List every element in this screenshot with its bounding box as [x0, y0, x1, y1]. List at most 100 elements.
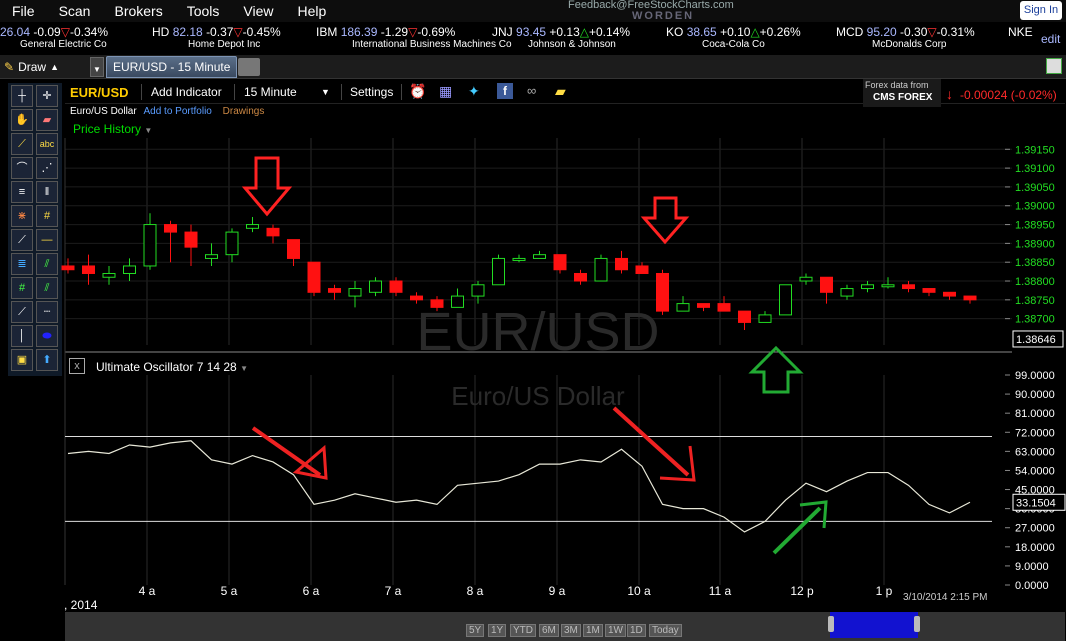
ticker-item[interactable]: 26.04 -0.09▽-0.34% General Electric Co — [0, 25, 108, 50]
pitchfork-icon[interactable]: ⋇ — [11, 205, 33, 227]
scroll-handle-right[interactable] — [914, 616, 920, 632]
ticker-sym: MCD — [836, 25, 864, 39]
ticker-px: 186.39 — [340, 25, 378, 39]
ticker-item[interactable]: JNJ 93.45 +0.13△+0.14% Johnson & Johnson — [492, 25, 630, 50]
twitter-icon[interactable]: ✦ — [468, 83, 480, 100]
binoculars-icon[interactable]: ∞ — [527, 83, 536, 98]
arrowhead-icon — [292, 444, 328, 480]
menu-brokers[interactable]: Brokers — [114, 3, 162, 19]
candle-body — [143, 224, 157, 267]
settings-button[interactable]: Settings — [350, 85, 393, 99]
menu-view[interactable]: View — [243, 3, 273, 19]
interval-select[interactable]: 15 Minute — [244, 85, 297, 99]
horizontal-line-icon[interactable]: — — [36, 229, 58, 251]
new-tab-button[interactable] — [238, 58, 260, 76]
scroll-handle-left[interactable] — [828, 616, 834, 632]
candle-body — [820, 276, 833, 293]
grid-icon[interactable]: # — [11, 277, 33, 299]
candle-body — [369, 280, 382, 293]
dashed-line-icon[interactable]: ┄ — [36, 301, 58, 323]
fibonacci-icon[interactable]: ≡ — [11, 181, 33, 203]
cursor-cross-icon[interactable]: ✛ — [36, 85, 58, 107]
ticker-px: 26.04 — [0, 25, 31, 39]
eraser-icon[interactable]: ▰ — [36, 109, 58, 131]
price-history-toggle[interactable]: Price History ▼ — [73, 122, 152, 136]
candle-body — [533, 254, 546, 259]
candle-body — [902, 284, 915, 290]
arrow-icon[interactable]: ⬆ — [36, 349, 58, 371]
ticker-px: 95.20 — [866, 25, 897, 39]
range-button-3m[interactable]: 3M — [561, 624, 581, 637]
trendline-icon[interactable]: ⟋ — [11, 133, 33, 155]
candle-body — [205, 254, 218, 259]
sign-in-button[interactable]: Sign In — [1020, 1, 1062, 20]
layout-icon[interactable] — [1046, 58, 1062, 74]
candle-body — [389, 280, 403, 293]
menu-bar: File Scan Brokers Tools View Help — [0, 0, 1066, 22]
layers-icon[interactable]: ▦ — [439, 83, 452, 100]
osc-tick-label: 99.0000 — [1015, 370, 1055, 382]
draw-button[interactable]: ✎ Draw ▲ — [4, 58, 82, 76]
text-icon[interactable]: abc — [36, 133, 58, 155]
gann-icon[interactable]: ⫽ — [36, 277, 58, 299]
ticker-sym: JNJ — [492, 25, 513, 39]
range-button-1y[interactable]: 1Y — [488, 624, 507, 637]
oscillator-title[interactable]: Ultimate Oscillator 7 14 28 ▼ — [96, 360, 248, 374]
tab-menu-button[interactable]: ▼ — [90, 57, 104, 77]
alarm-clock-icon[interactable]: ⏰ — [409, 83, 426, 100]
fan-icon[interactable]: ⋰ — [36, 157, 58, 179]
ray-icon[interactable]: ⟋ — [11, 301, 33, 323]
watermark-symbol: EUR/USD — [416, 302, 659, 362]
osc-tick-label: 9.0000 — [1015, 561, 1049, 573]
price-tick-label: 1.39050 — [1015, 182, 1055, 194]
channel-icon[interactable]: # — [36, 205, 58, 227]
rectangle-icon[interactable]: ▣ — [11, 349, 33, 371]
range-button-today[interactable]: Today — [649, 624, 682, 637]
triangle-down-icon: ▽ — [233, 25, 243, 39]
menu-scan[interactable]: Scan — [59, 3, 91, 19]
ticker-item[interactable]: IBM 186.39 -1.29▽-0.69% International Bus… — [316, 25, 512, 50]
ticker-item[interactable]: KO 38.65 +0.10△+0.26% Coca-Cola Co — [666, 25, 801, 50]
ellipse-icon[interactable]: ⬬ — [36, 325, 58, 347]
range-button-1w[interactable]: 1W — [605, 624, 626, 637]
parallel-icon[interactable]: ⫽ — [36, 253, 58, 275]
range-button-ytd[interactable]: YTD — [510, 624, 536, 637]
add-indicator-button[interactable]: Add Indicator — [151, 85, 222, 99]
speed-lines-icon[interactable]: ⟋ — [11, 229, 33, 251]
candle-body — [287, 239, 300, 259]
symbol-label[interactable]: EUR/USD — [70, 85, 129, 100]
draw-label: Draw — [18, 60, 47, 74]
range-button-1m[interactable]: 1M — [583, 624, 603, 637]
add-to-portfolio-link[interactable]: Add to Portfolio — [143, 106, 211, 117]
range-button-6m[interactable]: 6M — [539, 624, 559, 637]
ticker-px: 38.65 — [686, 25, 717, 39]
range-button-5y[interactable]: 5Y — [466, 624, 485, 637]
ticker-item[interactable]: HD 82.18 -0.37▽-0.45% Home Depot Inc — [152, 25, 281, 50]
vertical-lines-icon[interactable]: ‖ — [36, 181, 58, 203]
facebook-icon[interactable]: f — [497, 83, 513, 99]
menu-help[interactable]: Help — [298, 3, 327, 19]
symbol-name: Euro/US Dollar — [70, 106, 137, 117]
edit-ticker-link[interactable]: edit — [1041, 32, 1060, 46]
regression-icon[interactable]: ≣ — [11, 253, 33, 275]
price-tick-label: 1.38900 — [1015, 238, 1055, 250]
ticker-item[interactable]: MCD 95.20 -0.30▽-0.31% McDonalds Corp — [836, 25, 975, 50]
crosshair-icon[interactable]: ┼ — [11, 85, 33, 107]
menu-tools[interactable]: Tools — [187, 3, 220, 19]
osc-tick-label: 18.0000 — [1015, 542, 1055, 554]
arc-icon[interactable]: ⌒ — [11, 157, 33, 179]
note-icon[interactable]: ▰ — [555, 83, 566, 100]
close-indicator-button[interactable]: x — [69, 358, 85, 374]
menu-file[interactable]: File — [12, 3, 35, 19]
ticker-item[interactable]: NKE — [1008, 25, 1033, 39]
forex-data-label: Forex data from — [865, 80, 929, 90]
chevron-down-icon[interactable]: ▼ — [321, 87, 330, 97]
scroll-window[interactable] — [828, 612, 920, 638]
vertical-line-icon[interactable]: │ — [11, 325, 33, 347]
osc-tick-label: 63.0000 — [1015, 446, 1055, 458]
tab-eurusd[interactable]: EUR/USD - 15 Minute — [106, 56, 238, 78]
hand-icon[interactable]: ✋ — [11, 109, 33, 131]
range-button-1d[interactable]: 1D — [627, 624, 646, 637]
drawings-link[interactable]: Drawings — [223, 106, 265, 117]
ticker-chg: +0.13 — [549, 25, 580, 39]
